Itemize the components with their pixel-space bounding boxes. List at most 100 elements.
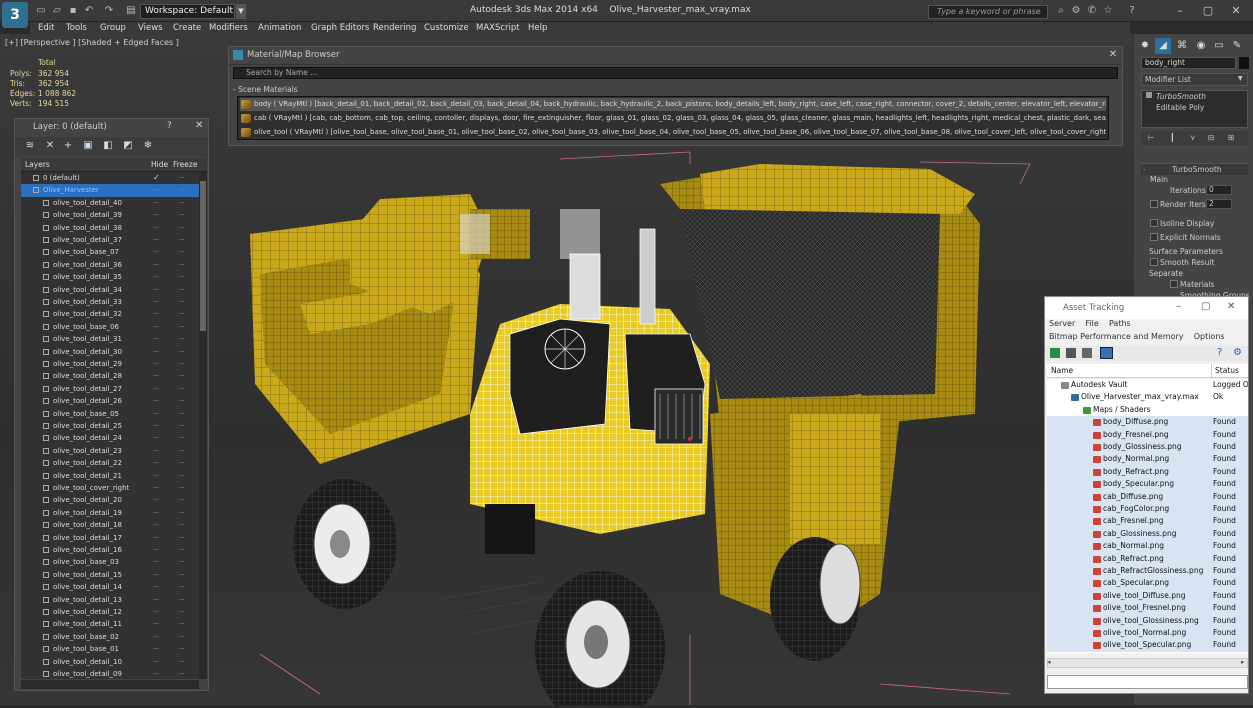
layer-row[interactable]: olive_tool_detail_10 — — — [21, 656, 199, 668]
close-icon[interactable]: ✕ — [1227, 301, 1235, 312]
asset-row[interactable]: olive_tool_Normal.png Found — [1047, 627, 1248, 640]
layer-row[interactable]: olive_tool_cover_right — — — [21, 482, 199, 494]
menu-edit[interactable]: Edit — [38, 22, 54, 34]
freeze-toggle[interactable]: — — [179, 197, 185, 209]
col-freeze[interactable]: Freeze — [173, 160, 197, 169]
app-logo-icon[interactable]: 3 — [2, 2, 28, 28]
col-name[interactable]: Name — [1051, 366, 1073, 375]
list-item[interactable]: cab ( VRayMtl ) [cab, cab_bottom, cab_to… — [240, 112, 1106, 125]
menu-group[interactable]: Group — [100, 22, 126, 34]
stack-item-editable-poly[interactable]: Editable Poly — [1156, 103, 1204, 112]
freeze-toggle[interactable]: — — [179, 321, 185, 333]
hide-toggle[interactable]: — — [153, 643, 159, 655]
hide-toggle[interactable]: — — [153, 594, 159, 606]
asset-row[interactable]: cab_Refract.png Found — [1047, 552, 1248, 565]
asset-row[interactable]: olive_tool_Glossiness.png Found — [1047, 614, 1248, 627]
layer-row[interactable]: olive_tool_detail_19 — — — [21, 507, 199, 519]
menu-bitmap-performance[interactable]: Bitmap Performance and Memory — [1049, 332, 1184, 341]
make-unique-icon[interactable]: ⋎ — [1190, 133, 1196, 142]
asset-row[interactable]: body_Refract.png Found — [1047, 465, 1248, 479]
search-input[interactable]: Type a keyword or phrase — [928, 5, 1048, 19]
freeze-toggle[interactable]: — — [179, 271, 185, 283]
freeze-toggle[interactable]: — — [179, 259, 185, 271]
freeze-toggle[interactable]: — — [179, 470, 185, 482]
binoculars-icon[interactable]: ⌕ — [1055, 5, 1067, 17]
hierarchy-tab-icon[interactable]: ⌘ — [1174, 38, 1190, 54]
column-divider[interactable] — [1211, 364, 1212, 378]
freeze-toggle[interactable]: — — [179, 222, 185, 234]
viewport-label[interactable]: [+] [Perspective ] [Shaded + Edged Faces… — [5, 38, 179, 47]
layer-row[interactable]: olive_tool_detail_11 — — — [21, 618, 199, 630]
layer-row[interactable]: olive_tool_detail_17 — — — [21, 532, 199, 544]
hide-toggle[interactable]: — — [153, 656, 159, 668]
layer-row[interactable]: olive_tool_detail_25 — — — [21, 420, 199, 432]
hide-toggle[interactable]: — — [153, 370, 159, 382]
rollout-toggle-icon[interactable]: - — [1143, 165, 1146, 174]
hide-toggle[interactable]: — — [153, 408, 159, 420]
smooth-result-checkbox[interactable] — [1150, 258, 1158, 266]
freeze-toggle[interactable]: — — [179, 507, 185, 519]
hide-toggle[interactable]: — — [153, 420, 159, 432]
layer-row[interactable]: olive_tool_detail_35 — — — [21, 271, 199, 283]
freeze-toggle[interactable]: — — [179, 408, 185, 420]
hide-toggle[interactable]: — — [153, 606, 159, 618]
maximize-icon[interactable]: ▢ — [1198, 3, 1218, 19]
freeze-toggle[interactable]: — — [179, 284, 185, 296]
freeze-toggle[interactable]: — — [179, 606, 185, 618]
layer-row[interactable]: olive_tool_detail_18 — — — [21, 519, 199, 531]
utilities-tab-icon[interactable]: ✎ — [1229, 38, 1245, 54]
menu-maxscript[interactable]: MAXScript — [476, 22, 520, 34]
asset-row[interactable]: body_Normal.png Found — [1047, 453, 1248, 466]
hide-toggle[interactable]: — — [153, 519, 159, 531]
layer-row[interactable]: olive_tool_detail_34 — — — [21, 284, 199, 296]
asset-path-field[interactable] — [1047, 675, 1248, 689]
layer-row[interactable]: olive_tool_detail_30 — — — [21, 346, 199, 358]
hide-toggle[interactable]: — — [153, 494, 159, 506]
minimize-icon[interactable]: – — [1176, 301, 1181, 312]
layer-row[interactable]: olive_tool_detail_29 — — — [21, 358, 199, 370]
layer-row[interactable]: olive_tool_detail_26 — — — [21, 395, 199, 407]
hide-toggle[interactable]: — — [153, 184, 159, 196]
hide-toggle[interactable]: — — [153, 532, 159, 544]
hide-toggle[interactable]: — — [153, 445, 159, 457]
configure-sets-icon[interactable]: ⊞ — [1228, 133, 1234, 142]
layer-row[interactable]: olive_tool_detail_31 — — — [21, 333, 199, 345]
menu-rendering[interactable]: Rendering — [373, 22, 416, 34]
stack-item-turbosmooth[interactable]: TurboSmooth — [1156, 92, 1206, 101]
freeze-toggle[interactable]: — — [179, 184, 185, 196]
list-item[interactable]: olive_tool ( VRayMtl ) [olive_tool_base,… — [240, 126, 1106, 139]
hide-toggle[interactable]: — — [153, 470, 159, 482]
render-iters-checkbox[interactable] — [1150, 200, 1158, 208]
modify-tab-icon[interactable]: ◢ — [1155, 38, 1171, 54]
layer-row[interactable]: olive_tool_detail_22 — — — [21, 457, 199, 469]
hide-toggle[interactable]: — — [153, 209, 159, 221]
freeze-toggle[interactable]: — — [179, 370, 185, 382]
layer-row[interactable]: olive_tool_detail_16 — — — [21, 544, 199, 556]
freeze-toggle[interactable]: — — [179, 494, 185, 506]
hide-toggle[interactable]: — — [153, 581, 159, 593]
scrollbar-thumb[interactable] — [200, 181, 206, 331]
menu-modifiers[interactable]: Modifiers — [209, 22, 248, 34]
freeze-toggle[interactable]: — — [179, 482, 185, 494]
asset-row[interactable]: body_Fresnel.png Found — [1047, 428, 1248, 441]
layer-row[interactable]: olive_tool_detail_40 — — — [21, 197, 199, 209]
help-icon[interactable]: ? — [1126, 5, 1138, 17]
asset-tracking-title[interactable]: Asset Tracking — [1045, 297, 1248, 319]
hide-toggle[interactable]: — — [153, 383, 159, 395]
layer-panel-title[interactable]: Layer: 0 (default) — [15, 119, 208, 136]
freeze-toggle[interactable]: — — [179, 209, 185, 221]
freeze-all-icon[interactable]: ❄ — [141, 139, 155, 153]
hide-toggle[interactable]: — — [153, 432, 159, 444]
layer-row[interactable]: olive_tool_detail_24 — — — [21, 432, 199, 444]
layer-row[interactable]: 0 (default) ✓ — — [21, 172, 199, 184]
chevron-down-icon[interactable]: ▼ — [1238, 75, 1243, 82]
iterations-spinner[interactable]: 0 — [1206, 185, 1232, 195]
asset-row[interactable]: cab_RefractGlossiness.png Found — [1047, 565, 1248, 578]
layer-hscrollbar[interactable] — [21, 680, 199, 689]
delete-icon[interactable]: ✕ — [43, 139, 57, 153]
col-hide[interactable]: Hide — [151, 160, 168, 169]
menu-paths[interactable]: Paths — [1109, 319, 1131, 328]
hide-toggle[interactable]: — — [153, 308, 159, 320]
hide-toggle[interactable]: — — [153, 321, 159, 333]
layer-row[interactable]: olive_tool_detail_27 — — — [21, 383, 199, 395]
